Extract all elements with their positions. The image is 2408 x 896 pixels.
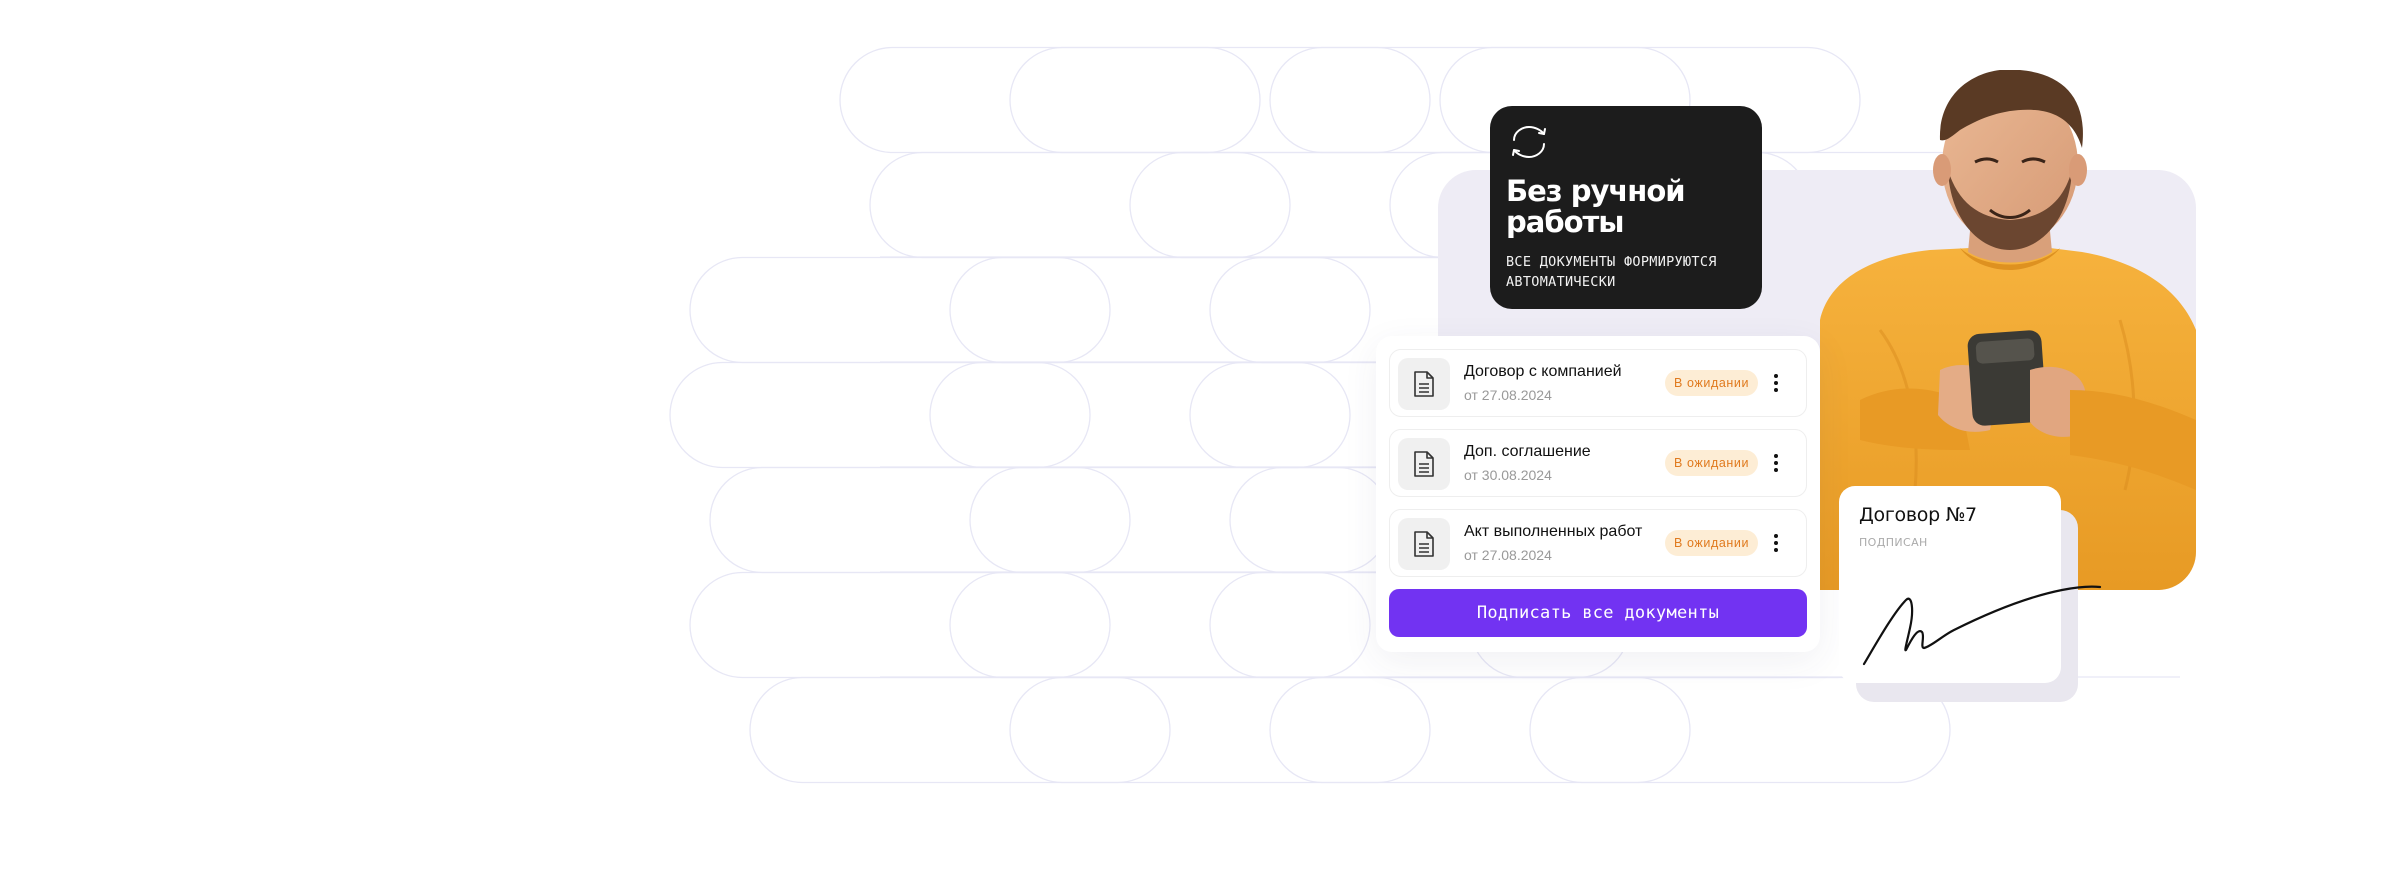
promo-subtitle-line-1: ВСЕ ДОКУМЕНТЫ ФОРМИРУЮТСЯ bbox=[1506, 254, 1717, 270]
pattern-capsule bbox=[969, 466, 1391, 574]
document-date: от 27.08.2024 bbox=[1464, 547, 1552, 563]
more-options-button[interactable] bbox=[1766, 367, 1786, 399]
status-badge: В ожидании bbox=[1665, 450, 1759, 476]
hero-banner: Без ручной работы ВСЕ ДОКУМЕНТЫ ФОРМИРУЮ… bbox=[0, 0, 2408, 896]
pattern-capsule bbox=[949, 571, 1371, 679]
pattern-capsule bbox=[929, 361, 1351, 469]
signed-document-title: Договор №7 bbox=[1859, 504, 1977, 526]
pattern-capsule bbox=[1009, 46, 1431, 154]
document-title: Доп. соглашение bbox=[1464, 443, 1591, 460]
more-dot-icon bbox=[1774, 534, 1778, 538]
document-icon-container bbox=[1398, 518, 1450, 570]
status-badge: В ожидании bbox=[1665, 370, 1759, 396]
pattern-capsule bbox=[949, 256, 1371, 364]
more-options-button[interactable] bbox=[1766, 447, 1786, 479]
signed-status-label: ПОДПИСАН bbox=[1859, 536, 1928, 549]
more-dot-icon bbox=[1774, 541, 1778, 545]
pattern-capsule bbox=[869, 151, 1291, 259]
document-row[interactable]: Договор с компанией от 27.08.2024 В ожид… bbox=[1389, 349, 1807, 417]
pattern-capsule bbox=[669, 361, 1091, 469]
document-title: Договор с компанией bbox=[1464, 363, 1622, 380]
sign-all-documents-button[interactable]: Подписать все документы bbox=[1389, 589, 1807, 637]
document-date: от 30.08.2024 bbox=[1464, 467, 1552, 483]
pattern-capsule bbox=[1009, 676, 1431, 784]
promo-subtitle: ВСЕ ДОКУМЕНТЫ ФОРМИРУЮТСЯ АВТОМАТИЧЕСКИ bbox=[1506, 252, 1746, 292]
document-title: Акт выполненных работ bbox=[1464, 523, 1643, 540]
document-icon-container bbox=[1398, 358, 1450, 410]
document-icon-container bbox=[1398, 438, 1450, 490]
signature-image bbox=[1862, 585, 2102, 666]
promo-subtitle-line-2: АВТОМАТИЧЕСКИ bbox=[1506, 274, 1616, 290]
pattern-capsule bbox=[689, 571, 1111, 679]
cycle-arrows-icon bbox=[1512, 125, 1546, 159]
pattern-capsule bbox=[709, 466, 1131, 574]
more-dot-icon bbox=[1774, 468, 1778, 472]
more-options-button[interactable] bbox=[1766, 527, 1786, 559]
documents-panel: Договор с компанией от 27.08.2024 В ожид… bbox=[1376, 336, 1820, 652]
document-row[interactable]: Акт выполненных работ от 27.08.2024 В ож… bbox=[1389, 509, 1807, 577]
more-dot-icon bbox=[1774, 374, 1778, 378]
document-row[interactable]: Доп. соглашение от 30.08.2024 В ожидании bbox=[1389, 429, 1807, 497]
more-dot-icon bbox=[1774, 381, 1778, 385]
more-dot-icon bbox=[1774, 454, 1778, 458]
document-icon bbox=[1414, 451, 1434, 477]
more-dot-icon bbox=[1774, 548, 1778, 552]
document-date: от 27.08.2024 bbox=[1464, 387, 1552, 403]
promo-card: Без ручной работы ВСЕ ДОКУМЕНТЫ ФОРМИРУЮ… bbox=[1490, 106, 1762, 309]
pattern-capsule bbox=[839, 46, 1261, 154]
more-dot-icon bbox=[1774, 388, 1778, 392]
document-icon bbox=[1414, 531, 1434, 557]
promo-title: Без ручной работы bbox=[1506, 174, 1686, 239]
pattern-capsule bbox=[1269, 676, 1691, 784]
more-dot-icon bbox=[1774, 461, 1778, 465]
pattern-capsule bbox=[689, 256, 1111, 364]
status-badge: В ожидании bbox=[1665, 530, 1759, 556]
pattern-capsule bbox=[749, 676, 1171, 784]
document-icon bbox=[1414, 371, 1434, 397]
